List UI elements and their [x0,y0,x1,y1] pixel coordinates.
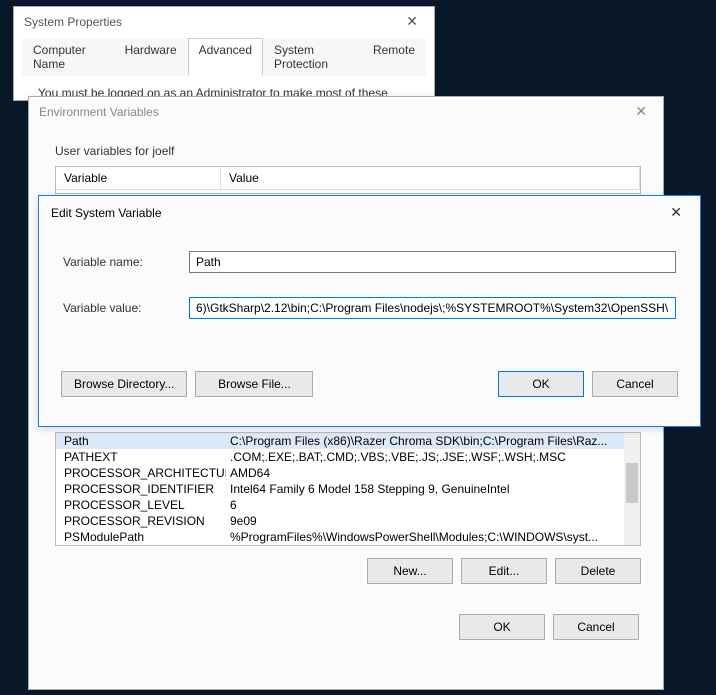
delete-button[interactable]: Delete [555,558,641,584]
tab-remote[interactable]: Remote [362,38,426,76]
var-name-cell: PROCESSOR_REVISION [56,514,226,528]
var-value-cell: 9e09 [226,514,640,528]
table-row[interactable]: PATHEXT .COM;.EXE;.BAT;.CMD;.VBS;.VBE;.J… [56,449,640,465]
cancel-button[interactable]: Cancel [592,371,678,397]
cancel-button[interactable]: Cancel [553,614,639,640]
envvars-titlebar: Environment Variables ✕ [29,97,663,126]
variable-name-input[interactable] [189,251,676,273]
var-value-cell: C:\Program Files (x86)\Razer Chroma SDK\… [226,434,640,448]
tab-system-protection[interactable]: System Protection [263,38,362,76]
table-row[interactable]: PROCESSOR_ARCHITECTURE AMD64 [56,465,640,481]
column-header-value[interactable]: Value [221,167,640,189]
sysprops-tabs: Computer Name Hardware Advanced System P… [22,38,426,76]
var-name-cell: PROCESSOR_IDENTIFIER [56,482,226,496]
variable-value-input[interactable] [189,297,676,319]
close-icon[interactable]: ✕ [664,204,688,221]
scrollbar[interactable] [624,433,640,545]
var-name-cell: PATHEXT [56,450,226,464]
browse-directory-button[interactable]: Browse Directory... [61,371,187,397]
variable-name-label: Variable name: [63,255,189,269]
editvar-title: Edit System Variable [51,206,162,220]
table-row[interactable]: PROCESSOR_REVISION 9e09 [56,513,640,529]
var-value-cell: %ProgramFiles%\WindowsPowerShell\Modules… [226,530,640,544]
editvar-titlebar: Edit System Variable ✕ [39,196,700,229]
scroll-thumb[interactable] [626,463,638,503]
new-button[interactable]: New... [367,558,453,584]
browse-file-button[interactable]: Browse File... [195,371,313,397]
user-variables-label: User variables for joelf [55,144,641,158]
close-icon[interactable]: ✕ [629,103,653,120]
close-icon[interactable]: ✕ [400,13,424,30]
variable-value-label: Variable value: [63,301,189,315]
var-value-cell: Intel64 Family 6 Model 158 Stepping 9, G… [226,482,640,496]
sysprops-title: System Properties [24,15,122,29]
table-row[interactable]: PROCESSOR_LEVEL 6 [56,497,640,513]
var-name-cell: PSModulePath [56,530,226,544]
sysprops-titlebar: System Properties ✕ [14,7,434,36]
tab-computer-name[interactable]: Computer Name [22,38,114,76]
tab-advanced[interactable]: Advanced [188,38,263,76]
var-name-cell: PROCESSOR_LEVEL [56,498,226,512]
system-variables-table: Path C:\Program Files (x86)\Razer Chroma… [55,432,641,546]
var-value-cell: 6 [226,498,640,512]
ok-button[interactable]: OK [459,614,545,640]
table-row[interactable]: Path C:\Program Files (x86)\Razer Chroma… [56,433,640,449]
edit-button[interactable]: Edit... [461,558,547,584]
var-name-cell: PROCESSOR_ARCHITECTURE [56,466,226,480]
edit-system-variable-dialog: Edit System Variable ✕ Variable name: Va… [38,195,701,427]
var-value-cell: .COM;.EXE;.BAT;.CMD;.VBS;.VBE;.JS;.JSE;.… [226,450,640,464]
user-variables-table: Variable Value [55,166,641,194]
column-header-variable[interactable]: Variable [56,167,221,189]
envvars-title: Environment Variables [39,105,159,119]
ok-button[interactable]: OK [498,371,584,397]
tab-hardware[interactable]: Hardware [114,38,188,76]
table-row[interactable]: PROCESSOR_IDENTIFIER Intel64 Family 6 Mo… [56,481,640,497]
var-value-cell: AMD64 [226,466,640,480]
var-name-cell: Path [56,434,226,448]
table-row[interactable]: PSModulePath %ProgramFiles%\WindowsPower… [56,529,640,545]
system-properties-window: System Properties ✕ Computer Name Hardwa… [13,6,435,101]
